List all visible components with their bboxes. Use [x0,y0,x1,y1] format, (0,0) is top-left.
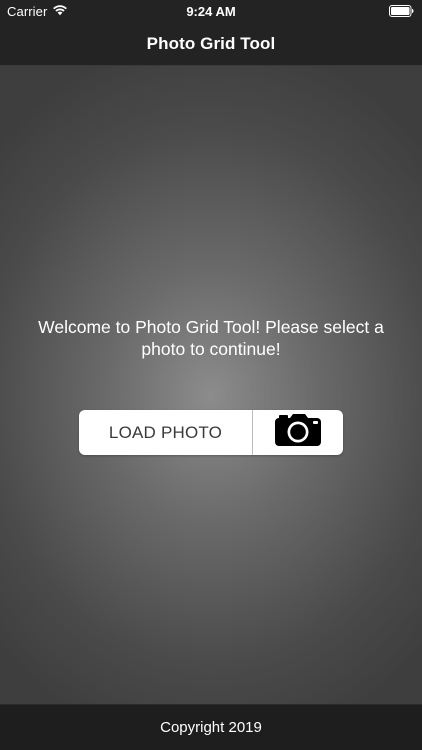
camera-icon [274,413,322,452]
status-time: 9:24 AM [186,4,236,19]
main-content: Welcome to Photo Grid Tool! Please selec… [0,66,422,704]
navigation-bar: Photo Grid Tool [0,22,422,66]
top-bar: Carrier 9:24 AM Photo Grid Tool [0,0,422,66]
page-title: Photo Grid Tool [146,34,276,53]
welcome-message: Welcome to Photo Grid Tool! Please selec… [38,317,384,359]
camera-button[interactable] [253,410,343,455]
photo-source-buttons: LOAD PHOTO [79,410,343,455]
load-photo-button[interactable]: LOAD PHOTO [79,410,253,455]
battery-icon [389,5,414,17]
copyright-text: Copyright 2019 [160,719,262,736]
footer: Copyright 2019 [0,704,422,750]
app-screen: Carrier 9:24 AM Photo Grid Tool Welcome … [0,0,422,750]
status-bar: Carrier 9:24 AM [0,0,422,22]
